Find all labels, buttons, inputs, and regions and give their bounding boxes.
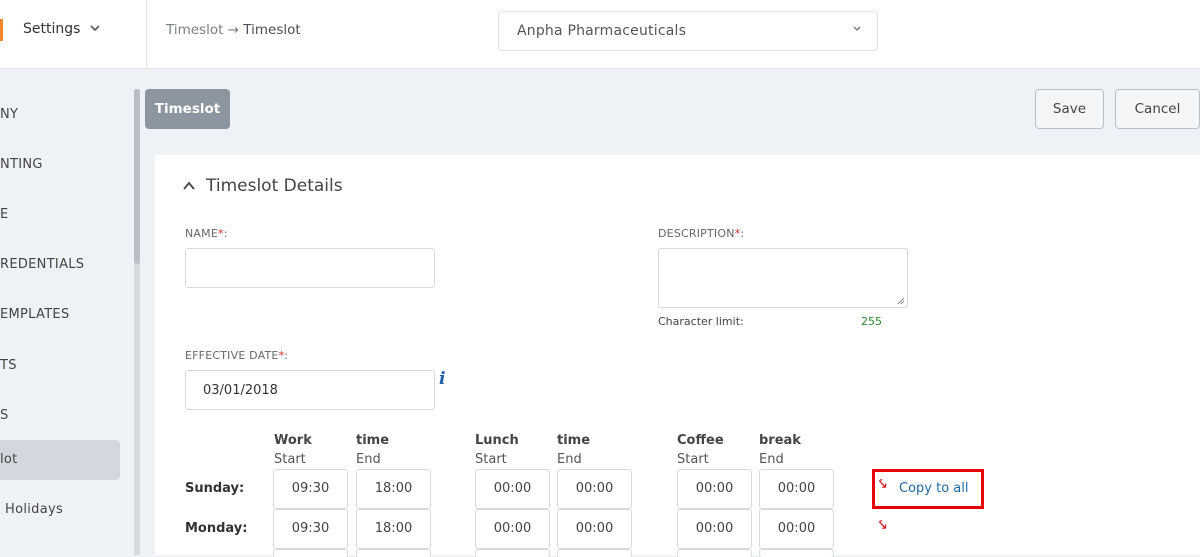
sidebar-item-company[interactable]: NY	[0, 107, 18, 122]
sidebar-item-e[interactable]: E	[0, 207, 9, 222]
day-label: Monday:	[185, 521, 248, 536]
coffee-start-input[interactable]	[677, 549, 752, 557]
char-limit-value: 255	[861, 315, 882, 328]
sidebar-item-timeslot[interactable]: lot	[0, 440, 120, 480]
breadcrumb: Timeslot → Timeslot	[166, 22, 301, 38]
topbar-divider	[146, 0, 147, 69]
work-end-input[interactable]: 18:00	[356, 469, 431, 509]
cancel-button[interactable]: Cancel	[1115, 89, 1200, 129]
tab-timeslot[interactable]: Timeslot	[145, 89, 230, 129]
chevron-up-icon	[182, 179, 196, 193]
work-start-input[interactable]: 09:30	[273, 509, 348, 549]
coffee-start-input[interactable]: 00:00	[677, 469, 752, 509]
sidebar-scrollbar-thumb[interactable]	[134, 89, 140, 264]
coffee-end-header: End	[759, 452, 784, 467]
sidebar-item-s[interactable]: S	[0, 408, 9, 423]
work-time-header: time	[356, 433, 390, 448]
lunch-header: Lunch	[475, 433, 519, 448]
info-icon[interactable]: i	[439, 369, 445, 389]
coffee-break-header: break	[759, 433, 801, 448]
sidebar-item-ts[interactable]: TS	[0, 358, 17, 373]
copy-arrow-icon: ⤥	[879, 477, 887, 492]
description-label-text: DESCRIPTION	[658, 227, 735, 240]
sidebar-item-templates[interactable]: EMPLATES	[0, 307, 70, 322]
logo	[0, 19, 3, 41]
effective-date-field[interactable]: 03/01/2018	[185, 370, 435, 410]
work-start-input[interactable]: 09:30	[273, 469, 348, 509]
top-bar: Settings Timeslot → Timeslot Anpha Pharm…	[0, 0, 1200, 69]
lunch-start-header: Start	[475, 452, 507, 467]
save-button[interactable]: Save	[1035, 89, 1104, 129]
sidebar-item-accounting[interactable]: NTING	[0, 157, 43, 172]
resize-handle-icon[interactable]	[897, 297, 905, 305]
work-start-input[interactable]	[273, 549, 348, 557]
section-header[interactable]: Timeslot Details	[182, 176, 343, 196]
coffee-end-input[interactable]	[759, 549, 834, 557]
name-label: NAME*:	[185, 227, 228, 240]
lunch-end-input[interactable]	[557, 549, 632, 557]
work-end-input[interactable]: 18:00	[356, 509, 431, 549]
day-label: Sunday:	[185, 481, 245, 496]
description-field[interactable]	[658, 248, 908, 308]
description-label: DESCRIPTION*:	[658, 227, 745, 240]
organization-value: Anpha Pharmaceuticals	[517, 23, 687, 39]
coffee-end-input[interactable]: 00:00	[759, 509, 834, 549]
work-header: Work	[274, 433, 312, 448]
name-label-text: NAME	[185, 227, 218, 240]
copy-to-all-label: Copy to all	[899, 481, 969, 496]
effective-date-value: 03/01/2018	[203, 383, 278, 398]
work-start-header: Start	[274, 452, 306, 467]
effective-date-label: EFFECTIVE DATE*:	[185, 349, 289, 362]
sidebar-item-credentials[interactable]: REDENTIALS	[0, 257, 84, 272]
chevron-down-icon	[90, 24, 100, 35]
lunch-end-header: End	[557, 452, 582, 467]
sidebar-item-holidays[interactable]: Holidays	[5, 502, 63, 517]
work-end-header: End	[356, 452, 381, 467]
settings-menu[interactable]: Settings	[23, 21, 100, 37]
settings-label: Settings	[23, 21, 81, 37]
lunch-end-input[interactable]: 00:00	[557, 509, 632, 549]
char-limit-label: Character limit:	[658, 315, 744, 328]
lunch-start-input[interactable]: 00:00	[475, 509, 550, 549]
name-field[interactable]	[185, 248, 435, 288]
breadcrumb-current: Timeslot	[243, 22, 301, 38]
section-title: Timeslot Details	[206, 176, 343, 196]
coffee-start-input[interactable]: 00:00	[677, 509, 752, 549]
coffee-end-input[interactable]: 00:00	[759, 469, 834, 509]
sidebar-item-label: lot	[0, 452, 18, 467]
lunch-time-header: time	[557, 433, 591, 448]
lunch-start-input[interactable]: 00:00	[475, 469, 550, 509]
effective-date-label-text: EFFECTIVE DATE	[185, 349, 279, 362]
breadcrumb-arrow-icon: →	[227, 22, 239, 38]
coffee-header: Coffee	[677, 433, 724, 448]
coffee-start-header: Start	[677, 452, 709, 467]
chevron-down-icon	[853, 22, 861, 35]
organization-select[interactable]: Anpha Pharmaceuticals	[498, 11, 878, 51]
lunch-end-input[interactable]: 00:00	[557, 469, 632, 509]
copy-to-all-button[interactable]: ⤥ Copy to all	[872, 469, 984, 509]
copy-arrow-icon[interactable]: ⤥	[879, 518, 886, 533]
lunch-start-input[interactable]	[475, 549, 550, 557]
work-end-input[interactable]	[356, 549, 431, 557]
breadcrumb-parent[interactable]: Timeslot	[166, 22, 223, 38]
